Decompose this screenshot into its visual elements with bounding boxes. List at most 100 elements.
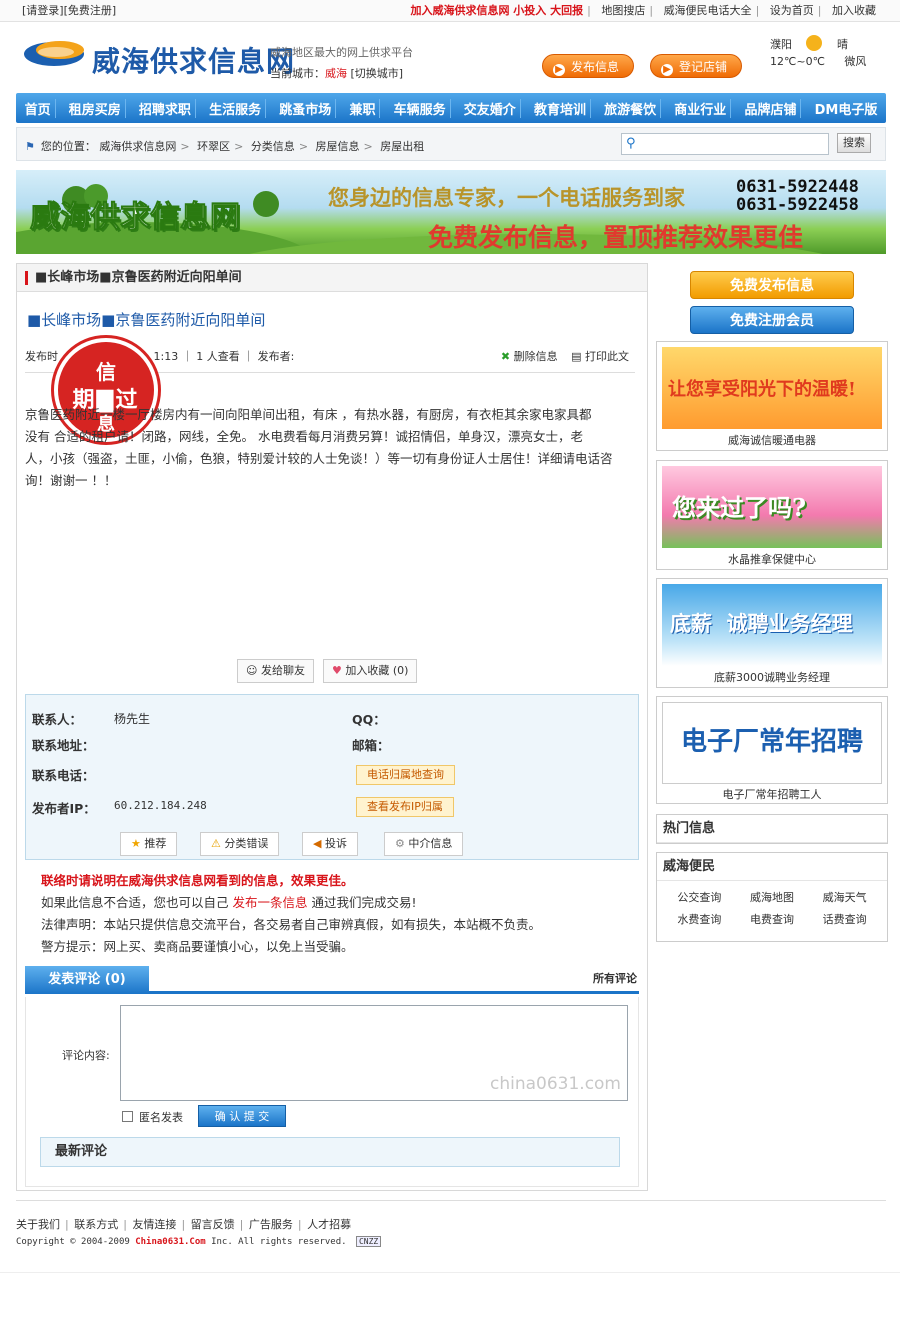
- ip-label: 发布者IP：: [32, 801, 96, 816]
- top-link-homepage[interactable]: 设为首页: [770, 4, 814, 17]
- site-logo[interactable]: [20, 32, 90, 74]
- phone-bill-link[interactable]: 话费查询: [808, 911, 881, 927]
- breadcrumb-item[interactable]: 房屋出租: [380, 140, 424, 153]
- register-shop-button[interactable]: ▶ 登记店铺: [650, 54, 743, 78]
- publish-info-button[interactable]: ▶ 发布信息: [542, 54, 635, 78]
- copyright-rights: Inc. All rights reserved.: [205, 1237, 347, 1247]
- user-links: [请登录][免费注册]: [22, 0, 116, 22]
- nav-vehicles[interactable]: 车辆服务: [390, 98, 451, 118]
- breadcrumb-item[interactable]: 环翠区: [197, 140, 230, 153]
- contact-person: 杨先生: [114, 712, 151, 726]
- breadcrumb-item[interactable]: 房屋信息: [316, 140, 360, 153]
- site-name[interactable]: 威海供求信息网: [92, 40, 295, 80]
- top-link-map[interactable]: 地图搜店: [601, 4, 645, 17]
- weather-wind: 微风: [844, 55, 867, 68]
- current-city: 当前城市：威海 [切换城市]: [270, 65, 403, 81]
- login-link[interactable]: [请登录]: [22, 4, 64, 17]
- breadcrumb-item[interactable]: 威海供求信息网: [99, 140, 176, 153]
- all-comments-link[interactable]: 所有评论: [593, 970, 637, 986]
- ad-image-text: 电子厂常年招聘: [680, 727, 863, 757]
- top-link-phonebook[interactable]: 威海便民电话大全: [664, 4, 752, 17]
- stamp-char: 信: [96, 360, 116, 384]
- nav-dating[interactable]: 交友婚介: [460, 98, 521, 118]
- sidebar-ad[interactable]: 电子厂常年招聘 电子厂常年招聘工人: [656, 696, 888, 804]
- delete-info-link[interactable]: 删除信息: [514, 350, 558, 363]
- ad-caption: 威海诚信暖通电器: [728, 434, 816, 447]
- footer-link[interactable]: 联系方式: [74, 1218, 118, 1231]
- footer-link[interactable]: 留言反馈: [191, 1218, 235, 1231]
- free-register-button[interactable]: 免费注册会员: [690, 306, 854, 334]
- sidebar-ad[interactable]: 底薪 诚聘业务经理 底薪3000诚聘业务经理: [656, 578, 888, 688]
- anonymous-option[interactable]: 匿名发表: [122, 1109, 183, 1125]
- page-bottom-divider: [0, 1272, 900, 1273]
- complain-button[interactable]: ◀ 投诉: [302, 832, 358, 856]
- publisher-ip: 60.212.184.248: [114, 799, 207, 812]
- water-bill-link[interactable]: 水费查询: [663, 911, 736, 927]
- nav-brands[interactable]: 品牌店铺: [740, 98, 802, 118]
- electric-bill-link[interactable]: 电费查询: [736, 911, 809, 927]
- police-notice: 警方提示：网上买、卖商品要谨慎小心，以免上当受骗。: [41, 939, 354, 954]
- post-body-line: 京鲁医药附近一楼一厅楼房内有一间向阳单间出租，有床 ，有热水器，有厨房，有衣柜其…: [25, 407, 592, 422]
- convenience-title: 威海便民: [657, 853, 887, 881]
- footer-link[interactable]: 广告服务: [249, 1218, 293, 1231]
- comment-textarea[interactable]: china0631.com: [120, 1005, 628, 1101]
- add-favorite-button[interactable]: ♥ 加入收藏 (0): [323, 659, 418, 683]
- weather-cond: 晴: [837, 38, 848, 51]
- search-icon: ⚲: [626, 136, 636, 151]
- banner-phone: 0631-5922458: [736, 195, 859, 215]
- publish-one-link[interactable]: 发布一条信息: [233, 895, 308, 910]
- wrong-category-button[interactable]: ⚠ 分类错误: [200, 832, 280, 856]
- copyright-text: Copyright © 2004-2009: [16, 1237, 136, 1247]
- submit-comment-button[interactable]: 确 认 提 交: [198, 1105, 286, 1127]
- nav-business[interactable]: 商业行业: [670, 98, 732, 118]
- site-banner[interactable]: 威海供求信息网 您身边的信息专家，一个电话服务到家 免费发布信息，置顶推荐效果更…: [16, 170, 886, 254]
- sidebar-ad[interactable]: 您来过了吗? 水晶推拿保健中心: [656, 460, 888, 570]
- search-input[interactable]: ⚲: [621, 133, 829, 155]
- recommend-button[interactable]: ★ 推荐: [120, 832, 178, 856]
- anonymous-checkbox[interactable]: [122, 1111, 133, 1122]
- send-to-friend-button[interactable]: ☺ 发给聊友: [237, 659, 314, 683]
- flag-icon: ⚑: [25, 140, 35, 153]
- copyright: Copyright © 2004-2009 China0631.Com Inc.…: [16, 1236, 382, 1247]
- breadcrumb-item[interactable]: 分类信息: [251, 140, 295, 153]
- nav-flea[interactable]: 跳蚤市场: [275, 98, 337, 118]
- phone-lookup-button[interactable]: 电话归属地查询: [356, 765, 455, 785]
- switch-city-link[interactable]: [切换城市]: [351, 67, 404, 80]
- city-label: 当前城市：: [270, 67, 325, 80]
- agency-info-button[interactable]: ⚙ 中介信息: [384, 832, 464, 856]
- breadcrumb: ⚑ 您的位置： 威海供求信息网 > 环翠区 > 分类信息 > 房屋信息 > 房屋出租: [25, 140, 425, 153]
- tab-post-comment[interactable]: 发表评论 (0): [25, 966, 149, 994]
- free-publish-button[interactable]: 免费发布信息: [690, 271, 854, 299]
- print-link[interactable]: 打印此文: [585, 350, 629, 363]
- footer-link[interactable]: 友情连接: [132, 1218, 176, 1231]
- nav-parttime[interactable]: 兼职: [345, 98, 381, 118]
- ad-image-text: 底薪 诚聘业务经理: [670, 611, 853, 636]
- register-link[interactable]: [免费注册]: [64, 4, 117, 17]
- map-link[interactable]: 威海地图: [736, 889, 809, 905]
- top-link-bookmark[interactable]: 加入收藏: [832, 4, 876, 17]
- promo-link[interactable]: 加入威海供求信息网 小投入 大回报: [410, 4, 583, 17]
- copyright-brand: China0631.Com: [135, 1237, 206, 1247]
- footer-link[interactable]: 关于我们: [16, 1218, 60, 1231]
- nav-home[interactable]: 首页: [21, 98, 56, 118]
- post-title: ■长峰市场■京鲁医药附近向阳单间: [27, 311, 266, 329]
- watermark: china0631.com: [489, 1074, 621, 1094]
- post-meta-date: 发布时: [25, 350, 58, 363]
- footer-link[interactable]: 人才招募: [307, 1218, 351, 1231]
- weather-link[interactable]: 威海天气: [808, 889, 881, 905]
- search-button[interactable]: 搜索: [837, 133, 871, 153]
- site-slogan: 威海地区最大的网上供求平台: [270, 46, 413, 59]
- nav-travel[interactable]: 旅游餐饮: [600, 98, 662, 118]
- nav-education[interactable]: 教育培训: [530, 98, 591, 118]
- email-label: 邮箱：: [352, 738, 390, 753]
- nav-life[interactable]: 生活服务: [205, 98, 267, 118]
- nav-housing[interactable]: 租房买房: [65, 98, 126, 118]
- ip-lookup-button[interactable]: 查看发布IP归属: [356, 797, 454, 817]
- cnzz-badge[interactable]: CNZZ: [355, 1236, 382, 1247]
- bus-query-link[interactable]: 公交查询: [663, 889, 736, 905]
- nav-dm[interactable]: DM电子版: [811, 99, 882, 118]
- nav-jobs[interactable]: 招聘求职: [135, 98, 196, 118]
- register-shop-label: 登记店铺: [679, 60, 728, 74]
- top-bar: [请登录][免费注册] 加入威海供求信息网 小投入 大回报 | 地图搜店 | 威海便…: [0, 0, 900, 22]
- sidebar-ad[interactable]: 让您享受阳光下的温暖! 威海诚信暖通电器: [656, 341, 888, 451]
